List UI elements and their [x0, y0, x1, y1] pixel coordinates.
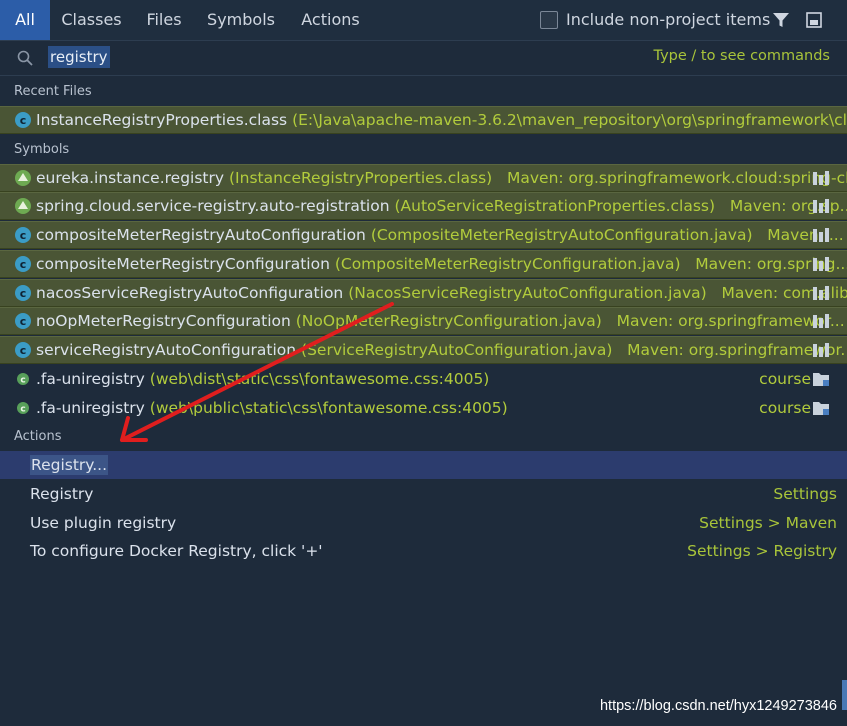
- css-class-icon: c: [17, 373, 29, 386]
- action-item-registry-dialog[interactable]: Registry...: [0, 451, 847, 479]
- svg-text:c: c: [20, 287, 27, 300]
- tab-files[interactable]: Files: [133, 0, 195, 40]
- list-item[interactable]: c .fa-uniregistry (web\dist\static\css\f…: [0, 365, 847, 393]
- svg-text:c: c: [20, 344, 27, 357]
- library-icon: [813, 343, 829, 357]
- list-item[interactable]: spring.cloud.service-registry.auto-regis…: [0, 192, 847, 220]
- item-module: course: [759, 399, 811, 417]
- item-location: (AutoServiceRegistrationProperties.class…: [394, 197, 716, 215]
- item-name: noOpMeterRegistryConfiguration: [36, 312, 291, 330]
- item-name: nacosServiceRegistryAutoConfiguration: [36, 284, 344, 302]
- library-icon: [813, 228, 829, 242]
- action-location: Settings: [773, 485, 837, 503]
- item-name: spring.cloud.service-registry.auto-regis…: [36, 197, 390, 215]
- item-library: Maven: ...: [767, 226, 844, 244]
- item-name: compositeMeterRegistryConfiguration: [36, 255, 330, 273]
- include-non-project-label[interactable]: Include non-project items: [566, 0, 770, 40]
- tab-all[interactable]: All: [0, 0, 50, 40]
- section-actions: Actions: [14, 429, 62, 444]
- css-class-icon: c: [17, 402, 29, 415]
- watermark: https://blog.csdn.net/hyx1249273846: [599, 698, 837, 714]
- action-item-docker-registry[interactable]: To configure Docker Registry, click '+' …: [0, 537, 847, 565]
- list-item[interactable]: c nacosServiceRegistryAutoConfiguration …: [0, 279, 847, 307]
- svg-text:c: c: [20, 376, 25, 386]
- library-icon: [813, 199, 829, 213]
- item-location: (CompositeMeterRegistryAutoConfiguration…: [370, 226, 753, 244]
- item-name: .fa-uniregistry: [36, 399, 145, 417]
- library-icon: [813, 314, 829, 328]
- library-icon: [813, 257, 829, 271]
- class-icon: c: [15, 227, 31, 243]
- library-icon: [813, 286, 829, 300]
- action-location: Settings > Maven: [699, 514, 837, 532]
- search-input[interactable]: [48, 46, 110, 68]
- svg-text:c: c: [20, 229, 27, 242]
- action-label: Registry: [30, 485, 94, 503]
- search-row: Type / to see commands: [0, 41, 847, 76]
- folder-icon: [813, 402, 829, 415]
- list-item[interactable]: c serviceRegistryAutoConfiguration (Serv…: [0, 336, 847, 364]
- item-module: course: [759, 370, 811, 388]
- tab-symbols[interactable]: Symbols: [195, 0, 287, 40]
- section-symbols: Symbols: [14, 142, 70, 157]
- filter-icon[interactable]: [772, 11, 790, 29]
- item-name: InstanceRegistryProperties.class: [36, 111, 288, 129]
- tab-bar: All Classes Files Symbols Actions Includ…: [0, 0, 847, 41]
- search-icon: [17, 50, 33, 66]
- item-name: serviceRegistryAutoConfiguration: [36, 341, 297, 359]
- item-location: (web\dist\static\css\fontawesome.css:400…: [149, 370, 490, 388]
- class-icon: c: [15, 256, 31, 272]
- svg-text:c: c: [20, 258, 27, 271]
- section-recent-files: Recent Files: [14, 84, 92, 99]
- item-location: (CompositeMeterRegistryConfiguration.jav…: [334, 255, 681, 273]
- svg-text:c: c: [20, 315, 27, 328]
- item-name: compositeMeterRegistryAutoConfiguration: [36, 226, 366, 244]
- action-item-plugin-registry[interactable]: Use plugin registry Settings > Maven: [0, 509, 847, 537]
- item-location: (web\public\static\css\fontawesome.css:4…: [149, 399, 508, 417]
- svg-text:c: c: [20, 405, 25, 415]
- item-location: (E:\Java\apache-maven-3.6.2\maven_reposi…: [292, 111, 847, 129]
- action-item-registry[interactable]: Registry Settings: [0, 480, 847, 508]
- tab-actions[interactable]: Actions: [287, 0, 374, 40]
- class-icon: c: [15, 342, 31, 358]
- scrollbar-thumb[interactable]: [842, 680, 847, 710]
- action-label: Registry...: [30, 455, 109, 475]
- svg-text:c: c: [20, 114, 27, 127]
- action-location: Settings > Registry: [687, 542, 837, 560]
- item-library: Maven: org.springframewor...: [616, 312, 845, 330]
- open-in-window-icon[interactable]: [805, 11, 823, 29]
- search-everywhere-popup: All Classes Files Symbols Actions Includ…: [0, 0, 847, 726]
- class-icon: c: [15, 285, 31, 301]
- library-icon: [813, 171, 829, 185]
- class-icon: c: [15, 112, 31, 128]
- item-location: (ServiceRegistryAutoConfiguration.java): [301, 341, 613, 359]
- action-label: To configure Docker Registry, click '+': [30, 542, 323, 560]
- list-item[interactable]: eureka.instance.registry (InstanceRegist…: [0, 164, 847, 192]
- item-location: (InstanceRegistryProperties.class): [229, 169, 493, 187]
- property-icon: [15, 198, 31, 214]
- tab-classes[interactable]: Classes: [50, 0, 133, 40]
- folder-icon: [813, 373, 829, 386]
- item-location: (NoOpMeterRegistryConfiguration.java): [295, 312, 602, 330]
- list-item[interactable]: c noOpMeterRegistryConfiguration (NoOpMe…: [0, 307, 847, 335]
- item-name: eureka.instance.registry: [36, 169, 225, 187]
- list-item[interactable]: c compositeMeterRegistryConfiguration (C…: [0, 250, 847, 278]
- class-icon: c: [15, 313, 31, 329]
- item-location: (NacosServiceRegistryAutoConfiguration.j…: [348, 284, 707, 302]
- include-non-project-checkbox[interactable]: [540, 11, 558, 29]
- list-item[interactable]: c .fa-uniregistry (web\public\static\css…: [0, 394, 847, 422]
- action-label: Use plugin registry: [30, 514, 177, 532]
- item-library: Maven: org.springframework.cloud:spring-…: [507, 169, 847, 187]
- command-hint: Type / to see commands: [653, 48, 830, 64]
- property-icon: [15, 170, 31, 186]
- list-item[interactable]: c InstanceRegistryProperties.class (E:\J…: [0, 106, 847, 134]
- item-name: .fa-uniregistry: [36, 370, 145, 388]
- list-item[interactable]: c compositeMeterRegistryAutoConfiguratio…: [0, 221, 847, 249]
